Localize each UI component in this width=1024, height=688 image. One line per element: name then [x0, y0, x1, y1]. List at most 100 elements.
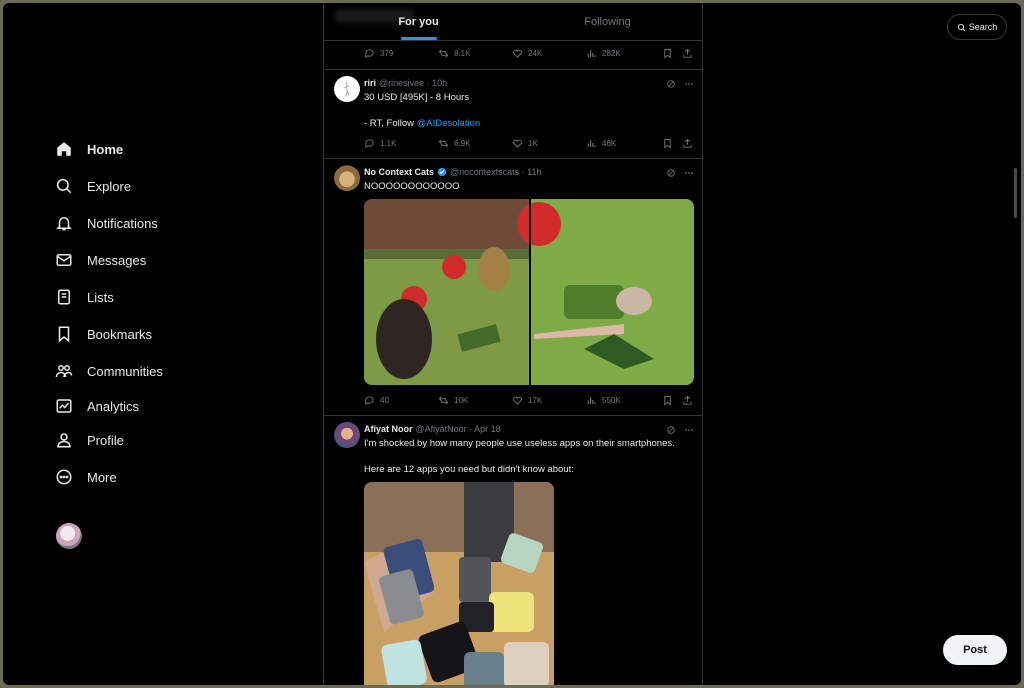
share-icon [683, 48, 692, 58]
mention-link[interactable]: @AIDesolation [417, 118, 481, 129]
account-avatar[interactable] [56, 523, 82, 549]
nav-communities[interactable]: Communities [55, 356, 163, 386]
views-button[interactable]: 46K [586, 138, 616, 149]
views-button[interactable]: 550K [586, 395, 621, 406]
share-icon [683, 395, 692, 405]
tweet-media-grid[interactable] [364, 199, 694, 385]
like-count: 24K [528, 49, 543, 58]
like-count: 17K [528, 396, 543, 405]
nav-home[interactable]: Home [55, 134, 123, 164]
nav-explore-label: Explore [87, 178, 132, 194]
repost-icon [438, 139, 449, 148]
views-icon [587, 50, 596, 58]
tweet-text-line2: Here are 12 apps you need but didn't kno… [364, 464, 574, 475]
grok-icon[interactable] [666, 79, 676, 89]
nav-lists[interactable]: Lists [55, 282, 114, 312]
views-count: 46K [602, 139, 617, 148]
home-icon [57, 142, 71, 156]
tab-for-you-label: For you [398, 15, 439, 28]
tweet-media-phones[interactable] [364, 482, 554, 685]
reply-button[interactable]: 379 [364, 48, 393, 59]
tweet-header: riri @rinesivee · 10h [364, 78, 447, 88]
share-button[interactable] [682, 395, 698, 406]
search-icon [957, 23, 965, 31]
bookmark-button[interactable] [662, 138, 678, 149]
like-count: 1K [528, 139, 538, 148]
avatar-riri[interactable] [334, 76, 360, 102]
nav-more[interactable]: More [55, 462, 117, 492]
views-count: 550K [602, 396, 621, 405]
nav-lists-label: Lists [87, 289, 114, 305]
views-icon [587, 140, 596, 148]
author-name[interactable]: No Context Cats [364, 167, 434, 177]
repost-button[interactable]: 8.1K [438, 48, 470, 59]
nav-profile[interactable]: Profile [55, 425, 124, 455]
search-label: Search [968, 22, 998, 32]
reply-count: 1.1K [380, 139, 397, 148]
reply-count: 379 [380, 49, 394, 58]
avatar-afiyat-noor[interactable] [334, 422, 360, 448]
views-button[interactable]: 282K [586, 48, 621, 59]
reply-button[interactable]: 1.1K [364, 138, 396, 149]
mail-icon [56, 254, 72, 266]
bookmark-button[interactable] [662, 48, 678, 59]
chart-icon [56, 399, 72, 413]
reply-count: 40 [380, 396, 389, 405]
post-button[interactable]: Post [943, 635, 1007, 665]
nav-profile-label: Profile [87, 432, 124, 448]
reply-button[interactable]: 40 [364, 395, 389, 406]
people-icon [55, 365, 73, 378]
author-handle[interactable]: @nocontextscats · 11h [450, 167, 542, 177]
sketch-figure-icon [343, 81, 350, 98]
divider [324, 69, 702, 70]
heart-icon [513, 396, 522, 405]
scrollbar-thumb[interactable] [1014, 168, 1017, 218]
nav-notifications[interactable]: Notifications [55, 208, 158, 238]
share-button[interactable] [682, 48, 698, 59]
author-handle[interactable]: @rinesivee · 10h [379, 78, 447, 88]
tab-for-you[interactable]: For you [324, 3, 513, 40]
divider [324, 415, 702, 416]
repost-button[interactable]: 10K [438, 395, 468, 406]
like-button[interactable]: 1K [512, 138, 538, 149]
nav-explore[interactable]: Explore [55, 171, 131, 201]
bookmark-button[interactable] [662, 395, 678, 406]
tweet-text-line2: - RT, Follow @AIDesolation [364, 117, 480, 130]
like-button[interactable]: 17K [512, 395, 542, 406]
nav-bookmarks-label: Bookmarks [87, 326, 153, 342]
more-options-icon[interactable] [684, 79, 694, 89]
nav-analytics-label: Analytics [87, 398, 140, 414]
like-button[interactable]: 24K [512, 48, 542, 59]
grok-icon[interactable] [666, 425, 676, 435]
list-icon [58, 289, 70, 305]
author-name[interactable]: riri [364, 78, 376, 88]
nav-more-label: More [87, 469, 117, 485]
nav-home-label: Home [87, 141, 124, 157]
more-options-icon[interactable] [684, 168, 694, 178]
more-options-icon[interactable] [684, 425, 694, 435]
search-button[interactable]: Search [947, 14, 1007, 40]
nav-analytics[interactable]: Analytics [55, 391, 139, 421]
sidebar: Home Explore Notifications Messages List… [3, 3, 303, 685]
nav-communities-label: Communities [87, 363, 163, 379]
reply-icon [365, 396, 374, 406]
author-handle[interactable]: @AfiyatNoor · Apr 18 [416, 424, 501, 434]
nav-bookmarks[interactable]: Bookmarks [55, 319, 152, 349]
repost-icon [438, 49, 449, 58]
nav-messages[interactable]: Messages [55, 245, 146, 275]
tweet-actions: 1.1K 6.9K 1K 46K [364, 138, 694, 154]
more-icon [56, 469, 72, 485]
divider [324, 158, 702, 159]
tweet-text-body: - RT, Follow [364, 118, 417, 129]
grok-icon[interactable] [666, 168, 676, 178]
nav-messages-label: Messages [87, 252, 147, 268]
share-icon [683, 138, 692, 148]
repost-count: 6.9K [454, 139, 471, 148]
tab-following[interactable]: Following [513, 3, 702, 40]
timeline-tabs: For you Following [324, 3, 702, 41]
tweet-text-line1: I'm shocked by how many people use usele… [364, 438, 675, 449]
author-name[interactable]: Afiyat Noor [364, 424, 413, 434]
share-button[interactable] [682, 138, 698, 149]
avatar-no-context-cats[interactable] [334, 165, 360, 191]
repost-button[interactable]: 6.9K [438, 138, 470, 149]
